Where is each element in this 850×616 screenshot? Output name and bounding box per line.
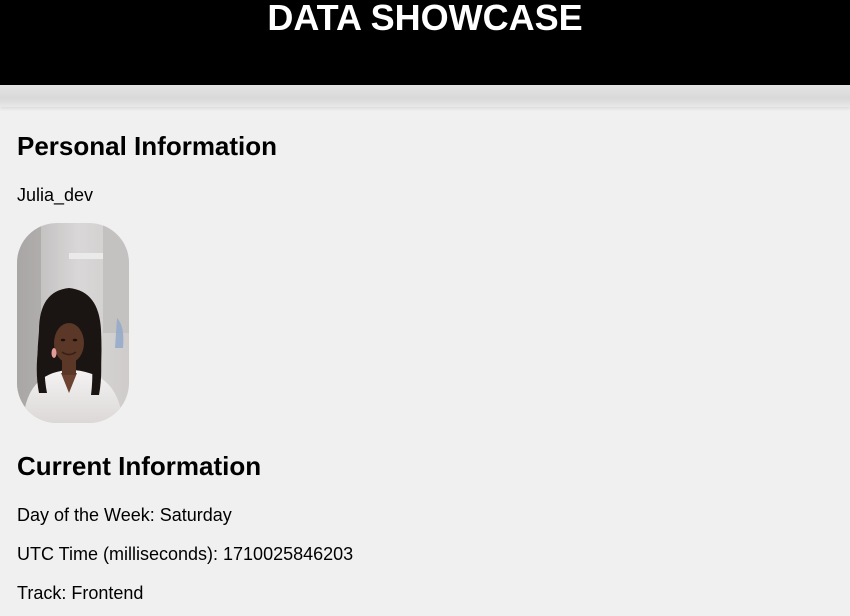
avatar-photo-icon xyxy=(17,223,129,423)
track: Track: Frontend xyxy=(17,583,144,603)
utc-time: UTC Time (milliseconds): 1710025846203 xyxy=(17,544,354,564)
page-title: DATA SHOWCASE xyxy=(267,0,583,38)
current-information-heading: Current Information xyxy=(17,451,262,481)
username: Julia_dev xyxy=(17,185,94,205)
header-divider xyxy=(0,85,850,107)
personal-information-heading: Personal Information xyxy=(17,131,278,161)
page-header: DATA SHOWCASE xyxy=(0,0,850,85)
day-of-week: Day of the Week: Saturday xyxy=(17,505,232,525)
avatar xyxy=(17,223,129,423)
